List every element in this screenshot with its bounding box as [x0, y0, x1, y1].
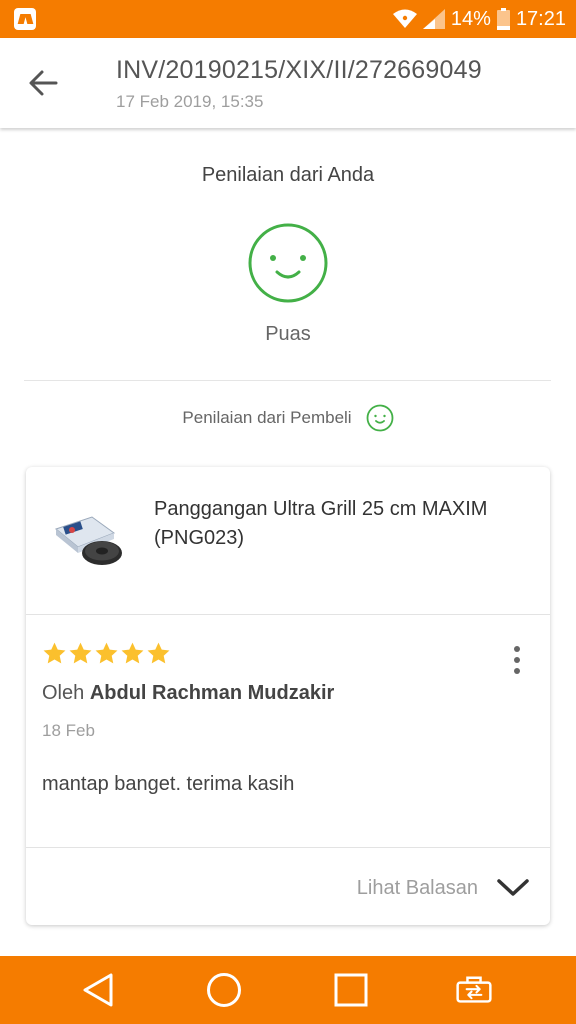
star-icon	[69, 642, 92, 664]
navigation-bar	[0, 956, 576, 1024]
star-icon	[121, 642, 144, 664]
back-triangle-icon[interactable]	[80, 972, 116, 1008]
recents-square-icon[interactable]	[333, 972, 369, 1008]
review-date: 18 Feb	[42, 721, 95, 740]
smile-face-icon	[248, 223, 328, 303]
star-icon	[95, 642, 118, 664]
chevron-down-icon	[497, 879, 529, 896]
battery-icon	[496, 8, 510, 30]
buyer-rating-label: Penilaian dari Pembeli	[182, 408, 352, 427]
product-image[interactable]	[54, 511, 126, 569]
star-icon	[147, 642, 170, 664]
card-divider	[26, 847, 550, 848]
star-icon	[43, 642, 66, 664]
smile-face-icon	[366, 404, 393, 432]
wifi-icon	[392, 9, 417, 28]
review-card: Panggangan Ultra Grill 25 cm MAXIM (PNG0…	[26, 467, 550, 925]
arrow-back-icon[interactable]	[26, 66, 60, 100]
invoice-date: 17 Feb 2019, 15:35	[116, 92, 264, 111]
card-divider	[26, 614, 550, 615]
more-options-icon[interactable]	[510, 645, 524, 675]
clock: 17:21	[515, 7, 566, 30]
section-divider	[24, 380, 551, 381]
rating-you-result: Puas	[265, 323, 311, 345]
star-rating	[42, 641, 171, 666]
app-header: INV/20190215/XIX/II/272669049 17 Feb 201…	[0, 38, 576, 128]
signal-icon	[422, 9, 445, 29]
reviewer-prefix: Oleh	[42, 682, 85, 704]
product-name[interactable]: Panggangan Ultra Grill 25 cm MAXIM (PNG0…	[154, 495, 539, 553]
battery-percent: 14%	[450, 7, 491, 30]
review-text: mantap banget. terima kasih	[42, 773, 295, 795]
app-notification-icon	[14, 8, 36, 30]
view-replies-label: Lihat Balasan	[356, 876, 478, 899]
reviewer-line: Oleh Abdul Rachman Mudzakir	[42, 682, 334, 705]
status-bar: 14% 17:21	[0, 0, 576, 38]
reviewer-name: Abdul Rachman Mudzakir	[89, 682, 335, 704]
view-replies-button[interactable]: Lihat Balasan	[357, 873, 530, 903]
screen-rotate-icon[interactable]	[456, 972, 492, 1008]
status-indicators: 14% 17:21	[392, 0, 566, 38]
buyer-rating-row: Penilaian dari Pembeli	[0, 402, 576, 434]
home-circle-icon[interactable]	[206, 972, 242, 1008]
rating-you-title: Penilaian dari Anda	[201, 164, 375, 186]
invoice-number: INV/20190215/XIX/II/272669049	[116, 56, 482, 84]
